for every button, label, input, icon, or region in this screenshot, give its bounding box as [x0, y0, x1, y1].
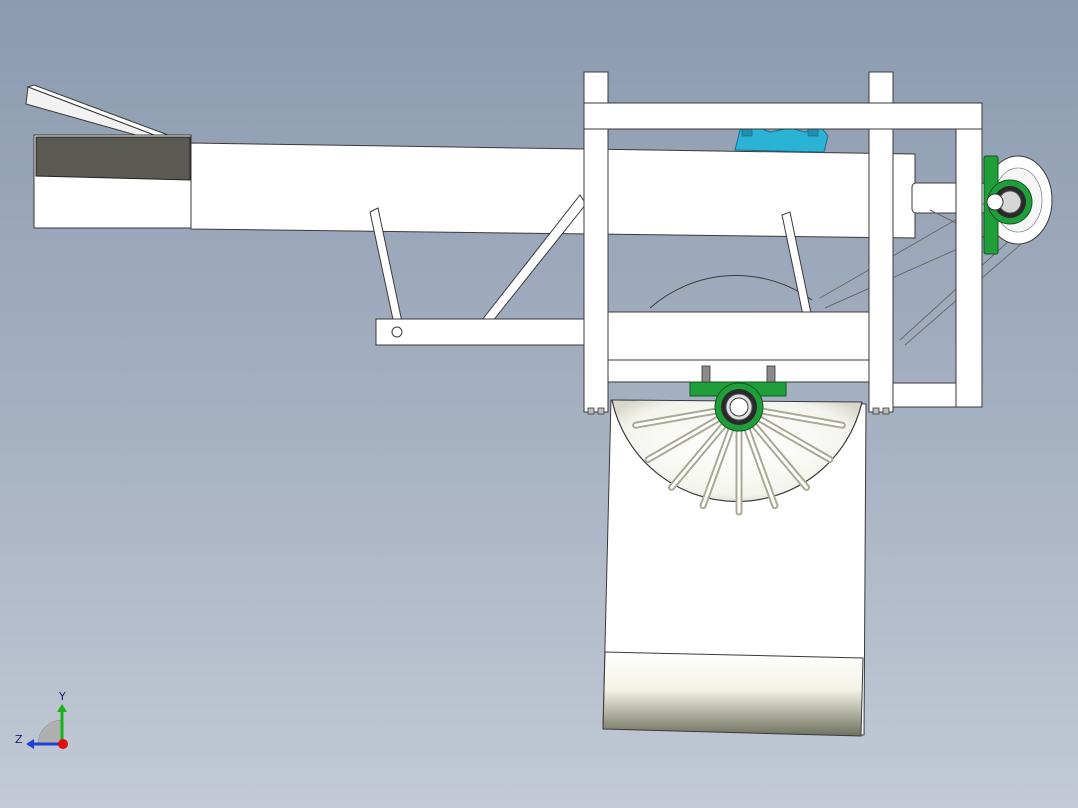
motor-housing — [734, 125, 829, 153]
z-axis-arrowhead — [26, 739, 34, 749]
machine-model[interactable]: Y Z — [0, 0, 1078, 808]
z-axis-label: Z — [15, 733, 23, 746]
feed-hopper — [33, 134, 192, 229]
main-frame — [583, 71, 983, 413]
x-axis-dot — [58, 739, 68, 749]
y-axis-label: Y — [58, 690, 66, 703]
shaft-end — [986, 193, 1004, 211]
bolt-hole — [391, 326, 403, 338]
cad-viewport[interactable]: Y Z — [0, 0, 1078, 808]
y-axis-arrowhead — [57, 704, 67, 712]
hopper-lid — [25, 84, 170, 140]
triad-arc — [37, 719, 63, 745]
axis-triad: Y Z — [15, 690, 68, 749]
